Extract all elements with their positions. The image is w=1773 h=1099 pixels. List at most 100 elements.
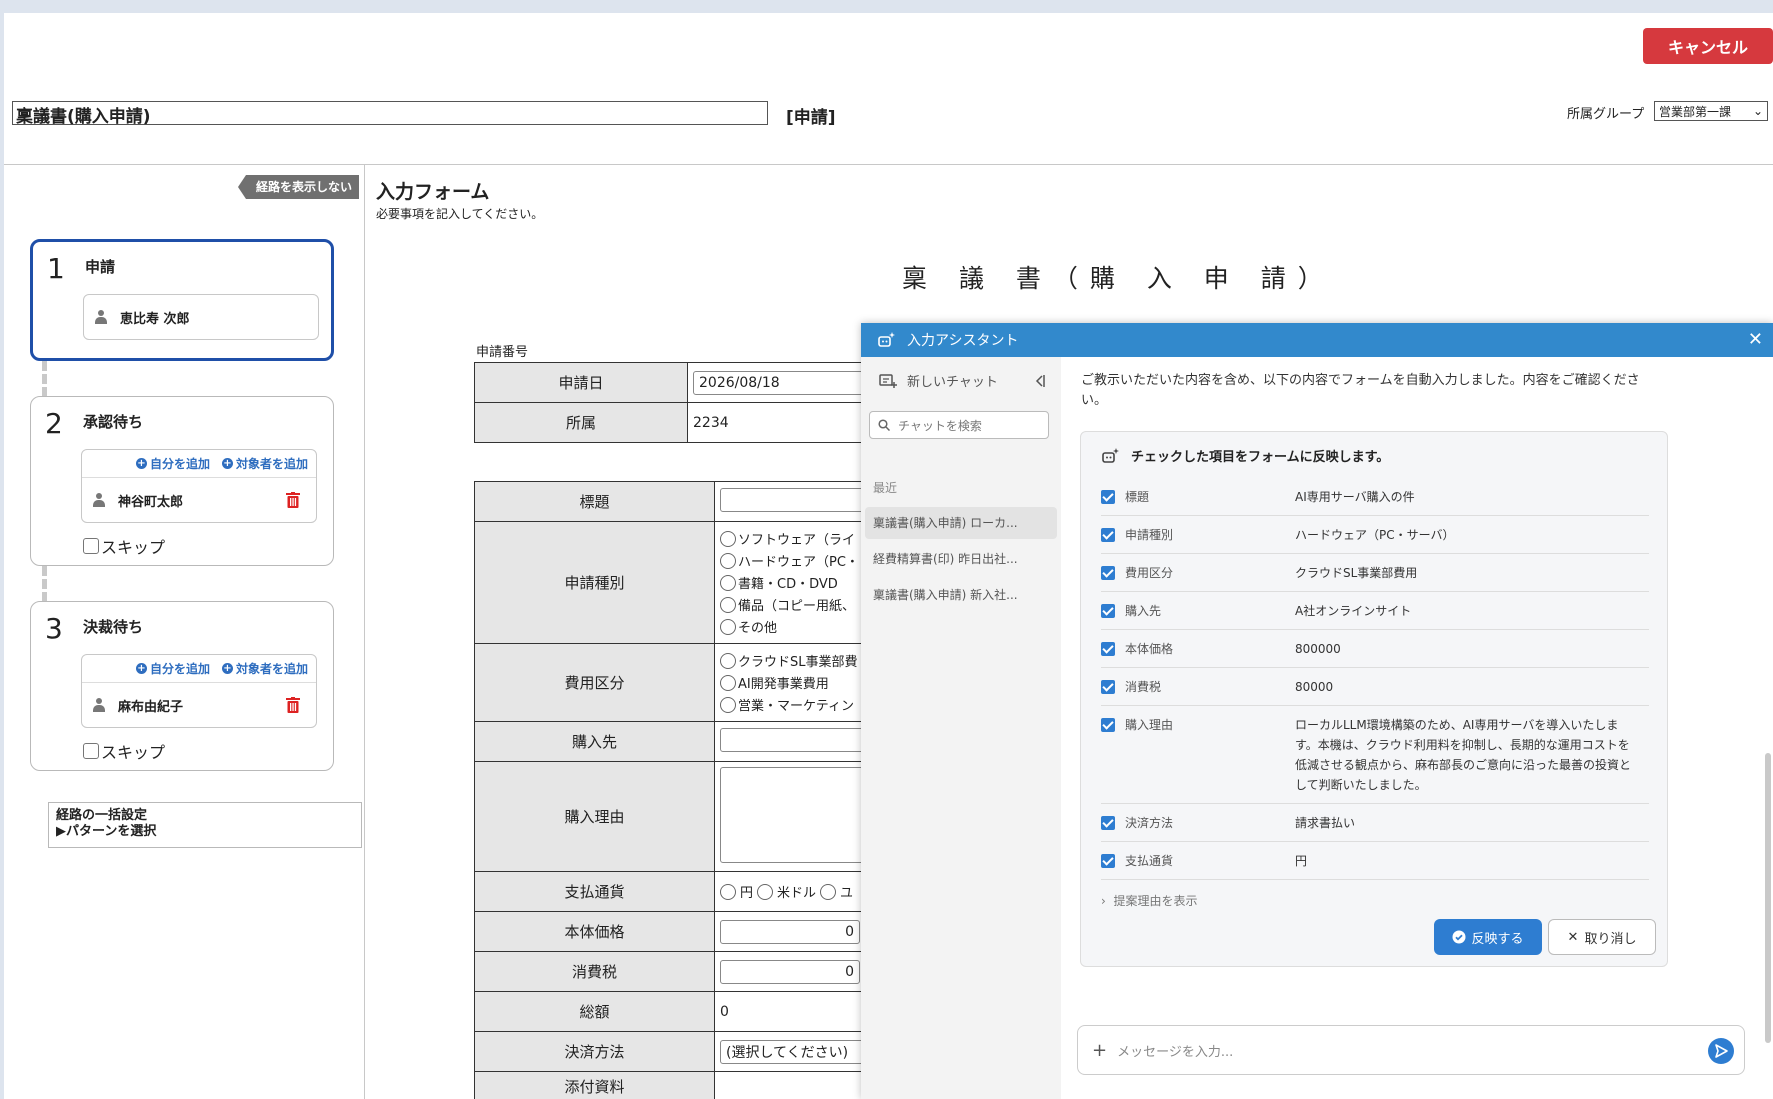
checkbox-checked[interactable] <box>1101 718 1115 732</box>
suggestion-card: チェックした項目をフォームに反映します。 標題 AI専用サーバ購入の件 申請種別 ハ… <box>1080 431 1668 967</box>
apply-button[interactable]: 反映する <box>1434 919 1542 955</box>
checkbox-checked[interactable] <box>1101 680 1115 694</box>
radio[interactable] <box>720 574 736 591</box>
bulk-route-setting[interactable]: 経路の一括設定 ▶パターンを選択 <box>48 802 362 848</box>
tax-input[interactable]: 0 <box>720 959 860 984</box>
add-target-link[interactable]: + 対象者を追加 <box>221 455 308 472</box>
checkbox-checked[interactable] <box>1101 854 1115 868</box>
add-self-link[interactable]: + 自分を追加 <box>135 455 210 472</box>
payment-label: 決済方法 <box>474 1031 715 1072</box>
chat-history-item[interactable]: 稟議書(購入申請) ローカ... <box>865 507 1057 539</box>
new-chat-icon <box>879 373 897 388</box>
select-pattern-link[interactable]: ▶パターンを選択 <box>56 824 354 840</box>
suggestion-row: 購入理由 ローカルLLM環境構築のため、AI専用サーバを導入いたします。本機は、ク… <box>1101 706 1649 804</box>
trash-icon[interactable] <box>286 697 300 713</box>
header-table: 申請日 2026/08/18 所属 2234 <box>474 362 894 443</box>
show-reason-label: 提案理由を表示 <box>1113 894 1198 908</box>
checkbox[interactable] <box>83 743 99 759</box>
radio[interactable] <box>720 883 736 900</box>
radio[interactable] <box>720 530 736 547</box>
chat-history-item[interactable]: 経費精算書(印) 昨日出社... <box>865 543 1057 575</box>
radio[interactable] <box>820 883 837 900</box>
field-value: ハードウェア（PC・サーバ） <box>1295 528 1455 542</box>
message-input[interactable]: + メッセージを入力... <box>1077 1025 1745 1075</box>
add-self-label: 自分を追加 <box>149 457 210 471</box>
user-box: 恵比寿 次郎 <box>83 294 319 340</box>
add-target-link[interactable]: + 対象者を追加 <box>221 660 308 677</box>
skip-checkbox[interactable]: スキップ <box>83 739 165 763</box>
option-label: ソフトウェア（ライ <box>738 533 856 548</box>
checkbox-checked[interactable] <box>1101 566 1115 580</box>
document-title-input[interactable]: 稟議書(購入申請) <box>12 101 768 127</box>
skip-checkbox[interactable]: スキップ <box>83 534 165 558</box>
apply-label: 反映する <box>1471 931 1524 947</box>
field-value: A社オンラインサイト <box>1295 604 1412 618</box>
add-target-label: 対象者を追加 <box>235 457 308 471</box>
price-input[interactable]: 0 <box>720 919 860 944</box>
plus-circle-icon: + <box>221 458 233 469</box>
bulk-title: 経路の一括設定 <box>56 808 148 823</box>
document-heading: 稟 議 書（購 入 申 請） <box>902 264 1335 293</box>
checkbox-checked[interactable] <box>1101 642 1115 656</box>
vendor-label: 購入先 <box>474 721 715 762</box>
attach-label: 添付資料 <box>474 1071 715 1099</box>
route-step-2: 2 承認待ち + 自分を追加 + 対象者を追加 神谷町太郎 スキップ <box>30 396 334 566</box>
option-label: その他 <box>738 621 778 636</box>
radio[interactable] <box>720 618 736 635</box>
cancel-button[interactable]: キャンセル <box>1643 28 1773 64</box>
radio[interactable] <box>720 596 736 613</box>
radio[interactable] <box>720 674 736 691</box>
person-icon <box>92 698 106 712</box>
checkbox-checked[interactable] <box>1101 490 1115 504</box>
table-row: 所属 2234 <box>474 402 894 443</box>
card-header: チェックした項目をフォームに反映します。 <box>1101 446 1389 465</box>
field-value: 請求書払い <box>1295 816 1356 830</box>
checkbox-checked[interactable] <box>1101 816 1115 830</box>
field-name: 費用区分 <box>1125 566 1174 580</box>
option-label: 円 <box>740 886 754 901</box>
add-row: + 自分を追加 + 対象者を追加 <box>82 655 316 683</box>
radio[interactable] <box>720 652 736 669</box>
radio[interactable] <box>720 552 736 569</box>
hide-route-button[interactable]: 経路を表示しない <box>237 175 360 199</box>
radio[interactable] <box>757 883 774 900</box>
assistant-title: 入力アシスタント <box>907 333 1019 349</box>
trash-icon[interactable] <box>286 492 300 508</box>
checkbox-checked[interactable] <box>1101 528 1115 542</box>
step-title: 申請 <box>85 258 116 276</box>
new-chat-button[interactable]: 新しいチャット <box>879 371 998 390</box>
field-name: 支払通貨 <box>1125 854 1174 868</box>
plus-circle-icon: + <box>135 458 147 469</box>
collapse-sidebar-icon[interactable] <box>1035 373 1045 389</box>
group-select-value: 営業部第一課 <box>1659 104 1732 119</box>
dept-label: 所属 <box>474 402 688 443</box>
chevron-down-icon: ⌄ <box>1752 104 1763 118</box>
send-button[interactable] <box>1708 1038 1734 1064</box>
add-self-link[interactable]: + 自分を追加 <box>135 660 210 677</box>
field-value: 80000 <box>1295 680 1334 694</box>
undo-button[interactable]: ✕ 取り消し <box>1548 919 1656 955</box>
tax-label: 消費税 <box>474 951 715 992</box>
new-chat-label: 新しいチャット <box>907 375 998 390</box>
route-step-3: 3 決裁待ち + 自分を追加 + 対象者を追加 麻布由紀子 スキップ <box>30 601 334 771</box>
scrollbar[interactable] <box>1765 753 1771 1043</box>
group-select[interactable]: 営業部第一課 ⌄ <box>1654 101 1768 121</box>
close-icon[interactable]: ✕ <box>1748 329 1763 350</box>
user-row: 恵比寿 次郎 <box>84 295 318 339</box>
plus-icon[interactable]: + <box>1092 1040 1107 1061</box>
route-step-1[interactable]: 1 申請 恵比寿 次郎 <box>30 239 334 361</box>
chat-search-input[interactable]: チャットを検索 <box>869 411 1049 439</box>
user-name: 恵比寿 次郎 <box>120 311 190 327</box>
field-value: AI専用サーバ購入の件 <box>1295 490 1415 504</box>
assistant-icon <box>878 332 895 347</box>
chat-history-item[interactable]: 稟議書(購入申請) 新入社... <box>865 579 1057 611</box>
checkbox-checked[interactable] <box>1101 604 1115 618</box>
input-assistant-panel: 入力アシスタント ✕ 新しいチャット チャットを検索 最近 稟議書(購入申請) … <box>861 323 1773 1099</box>
undo-label: 取り消し <box>1584 931 1637 947</box>
suggestion-row: 購入先 A社オンラインサイト <box>1101 592 1649 630</box>
step-title: 承認待ち <box>83 413 144 431</box>
radio[interactable] <box>720 696 736 713</box>
user-box: + 自分を追加 + 対象者を追加 麻布由紀子 <box>81 654 317 728</box>
checkbox[interactable] <box>83 538 99 554</box>
show-reason-toggle[interactable]: › 提案理由を表示 <box>1101 892 1197 909</box>
